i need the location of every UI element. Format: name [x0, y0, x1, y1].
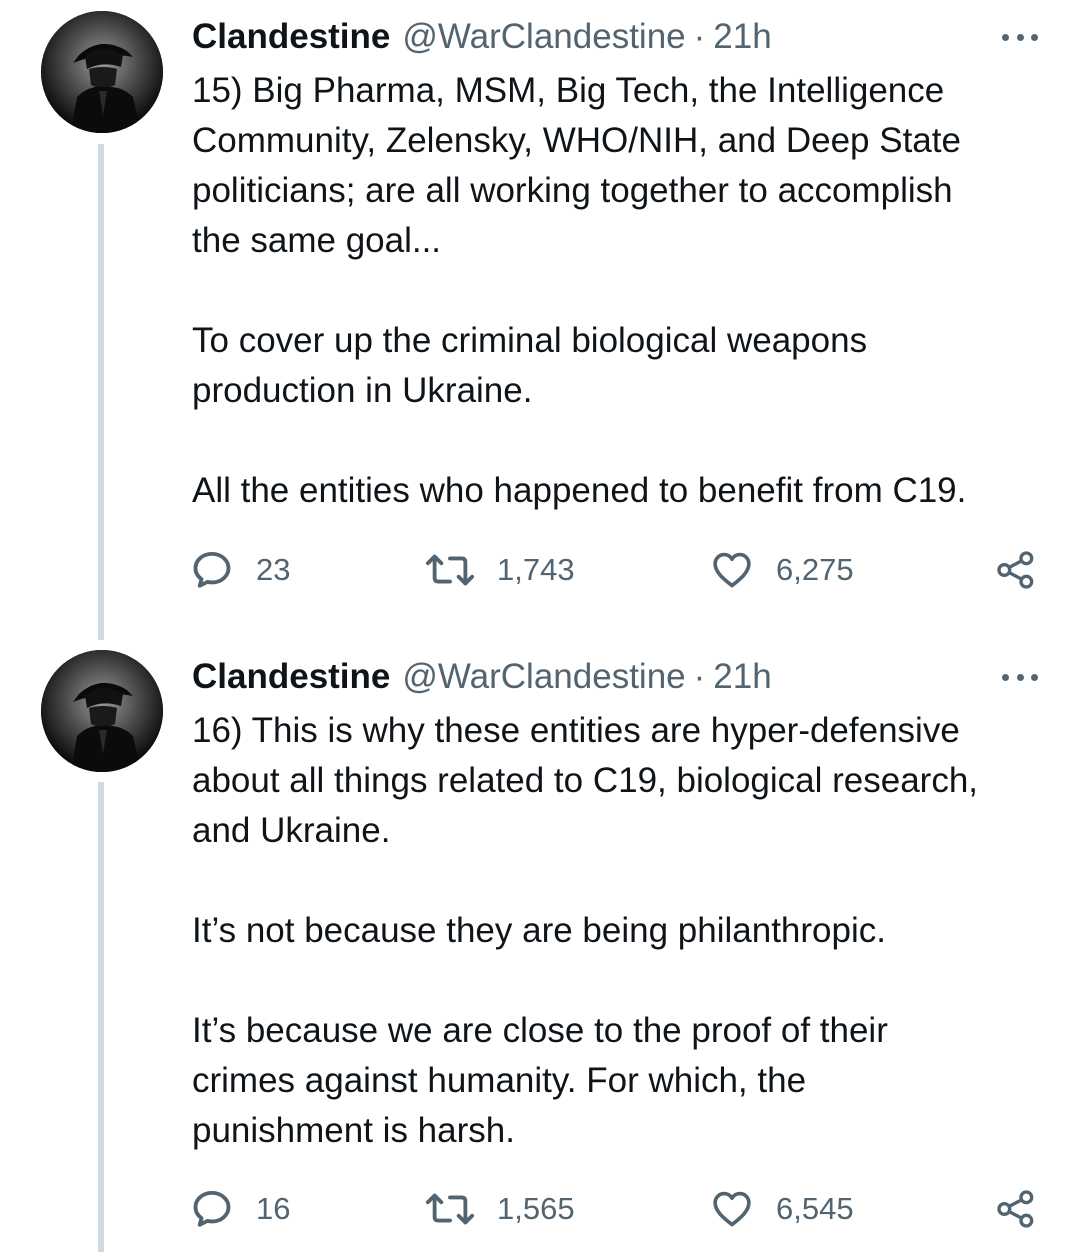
tweet-paragraph: To cover up the criminal biological weap…	[192, 321, 868, 410]
tweet[interactable]: Clandestine @WarClandestine · 21h 15) Bi…	[0, 0, 1080, 640]
retweet-icon	[425, 554, 475, 586]
share-button[interactable]	[996, 545, 1036, 595]
retweet-button[interactable]: 1,565	[425, 1184, 575, 1234]
like-count: 6,545	[776, 1191, 854, 1226]
separator-dot: ·	[693, 17, 706, 56]
tweet-paragraph: It’s not because they are being philanth…	[192, 911, 886, 950]
retweet-button[interactable]: 1,743	[425, 545, 575, 595]
avatar[interactable]	[41, 11, 163, 133]
tweet-header: Clandestine @WarClandestine · 21h	[192, 15, 772, 59]
share-button[interactable]	[996, 1184, 1036, 1234]
display-name[interactable]: Clandestine	[192, 17, 390, 57]
more-icon[interactable]	[1002, 670, 1038, 684]
retweet-count: 1,565	[497, 1191, 575, 1226]
timestamp[interactable]: 21h	[713, 657, 771, 697]
retweet-icon	[425, 1193, 475, 1225]
tweet-text: 16) This is why these entities are hyper…	[192, 706, 1052, 1156]
retweet-count: 1,743	[497, 552, 575, 587]
avatar-image	[41, 650, 163, 772]
user-handle[interactable]: @WarClandestine	[402, 657, 685, 697]
avatar-image	[41, 11, 163, 133]
heart-icon	[713, 552, 751, 588]
share-icon	[997, 1190, 1034, 1228]
thread-line	[98, 782, 104, 1252]
action-bar: 16 1,565 6,545	[190, 1184, 1040, 1234]
tweet-header: Clandestine @WarClandestine · 21h	[192, 655, 772, 699]
tweet-paragraph: All the entities who happened to benefit…	[192, 471, 967, 510]
share-icon	[997, 551, 1034, 589]
separator-dot: ·	[693, 657, 706, 696]
reply-count: 16	[256, 1191, 291, 1226]
tweet-paragraph: 16) This is why these entities are hyper…	[192, 711, 979, 850]
avatar[interactable]	[41, 650, 163, 772]
tweet-text: 15) Big Pharma, MSM, Big Tech, the Intel…	[192, 66, 1052, 516]
reply-icon	[193, 1190, 231, 1227]
reply-button[interactable]: 16	[190, 1184, 290, 1234]
tweet-paragraph: 15) Big Pharma, MSM, Big Tech, the Intel…	[192, 71, 961, 260]
reply-count: 23	[256, 552, 291, 587]
tweet[interactable]: Clandestine @WarClandestine · 21h 16) Th…	[0, 640, 1080, 1252]
tweet-paragraph: It’s because we are close to the proof o…	[192, 1011, 888, 1150]
action-bar: 23 1,743 6,275	[190, 545, 1040, 595]
reply-icon	[193, 551, 231, 588]
like-button[interactable]: 6,275	[710, 545, 854, 595]
heart-icon	[713, 1191, 751, 1227]
like-button[interactable]: 6,545	[710, 1184, 854, 1234]
reply-button[interactable]: 23	[190, 545, 290, 595]
timestamp[interactable]: 21h	[713, 17, 771, 57]
like-count: 6,275	[776, 552, 854, 587]
thread-line	[98, 144, 104, 640]
user-handle[interactable]: @WarClandestine	[402, 17, 685, 57]
display-name[interactable]: Clandestine	[192, 657, 390, 697]
more-icon[interactable]	[1002, 30, 1038, 44]
